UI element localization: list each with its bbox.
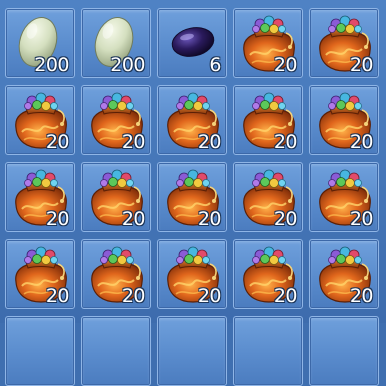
inventory-slot[interactable]: 200 <box>5 8 75 78</box>
inventory-slot[interactable]: 20 <box>81 162 151 232</box>
inventory-slot[interactable]: 20 <box>309 8 379 78</box>
inventory-slot[interactable] <box>309 316 379 386</box>
item-count: 20 <box>45 208 70 230</box>
item-count: 20 <box>273 285 298 307</box>
item-count: 20 <box>197 285 222 307</box>
item-count: 20 <box>197 208 222 230</box>
item-count: 20 <box>45 285 70 307</box>
inventory-slot[interactable]: 20 <box>233 162 303 232</box>
item-count: 20 <box>121 285 146 307</box>
inventory-slot[interactable] <box>5 316 75 386</box>
inventory-slot[interactable]: 20 <box>5 239 75 309</box>
item-count: 6 <box>209 54 221 76</box>
item-count: 20 <box>273 54 298 76</box>
inventory-slot[interactable] <box>81 316 151 386</box>
inventory-slot[interactable]: 20 <box>157 162 227 232</box>
inventory-slot[interactable]: 20 <box>309 85 379 155</box>
inventory-slot[interactable]: 20 <box>81 85 151 155</box>
inventory-slot[interactable]: 20 <box>157 85 227 155</box>
inventory-slot[interactable]: 6 <box>157 8 227 78</box>
item-count: 20 <box>349 285 374 307</box>
inventory-slot[interactable] <box>157 316 227 386</box>
item-count: 20 <box>273 208 298 230</box>
item-count: 20 <box>45 131 70 153</box>
item-count: 200 <box>34 54 69 76</box>
inventory-slot[interactable] <box>233 316 303 386</box>
item-count: 200 <box>110 54 145 76</box>
item-count: 20 <box>121 208 146 230</box>
inventory-grid: 200 200 6 20 20 20 20 20 20 20 20 20 20 … <box>0 0 386 386</box>
item-count: 20 <box>349 54 374 76</box>
inventory-slot[interactable]: 20 <box>309 162 379 232</box>
item-count: 20 <box>121 131 146 153</box>
item-count: 20 <box>349 131 374 153</box>
inventory-slot[interactable]: 20 <box>5 85 75 155</box>
inventory-slot[interactable]: 20 <box>233 239 303 309</box>
item-count: 20 <box>349 208 374 230</box>
inventory-slot[interactable]: 20 <box>81 239 151 309</box>
item-count: 20 <box>197 131 222 153</box>
item-count: 20 <box>273 131 298 153</box>
inventory-slot[interactable]: 200 <box>81 8 151 78</box>
inventory-slot[interactable]: 20 <box>157 239 227 309</box>
inventory-slot[interactable]: 20 <box>233 8 303 78</box>
inventory-slot[interactable]: 20 <box>233 85 303 155</box>
inventory-slot[interactable]: 20 <box>309 239 379 309</box>
inventory-slot[interactable]: 20 <box>5 162 75 232</box>
